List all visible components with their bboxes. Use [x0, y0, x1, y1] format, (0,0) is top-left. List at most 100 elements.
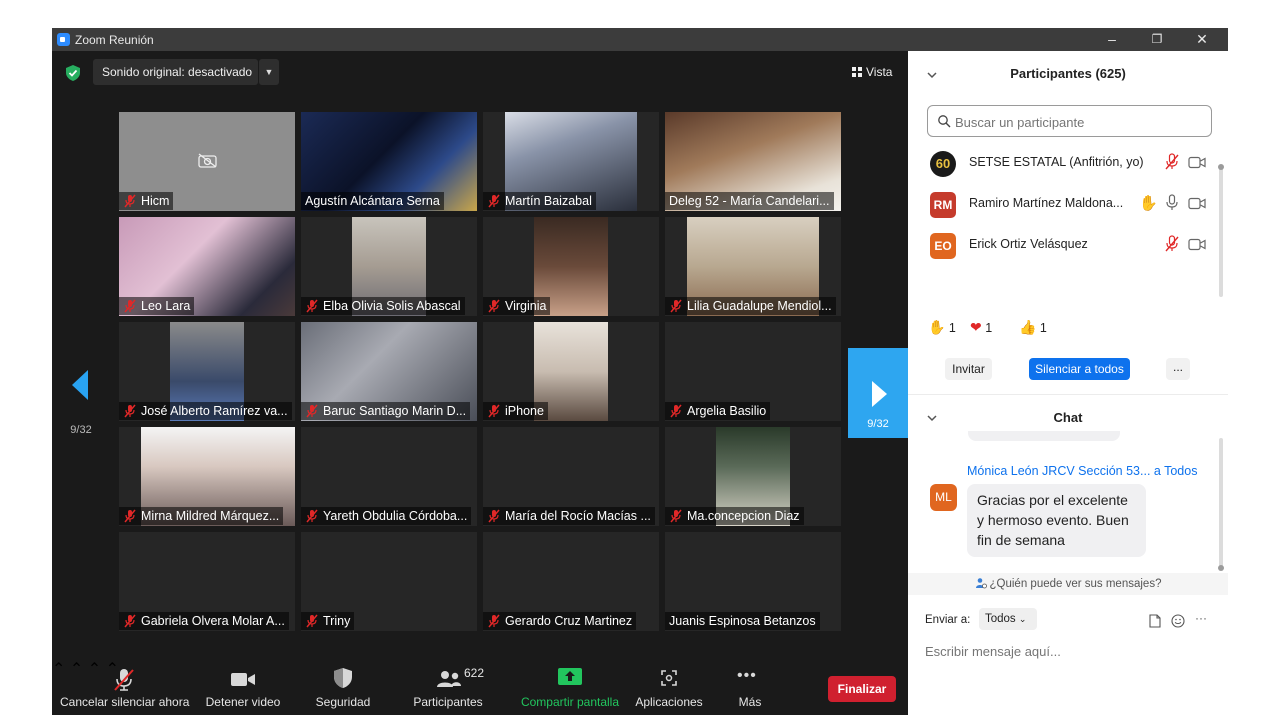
participant-row-partial[interactable]	[908, 266, 1220, 273]
security-button[interactable]: Seguridad	[308, 665, 378, 713]
previous-message-bubble	[968, 431, 1120, 441]
video-tile[interactable]: José Alberto Ramírez va...	[119, 322, 295, 421]
video-tile[interactable]: Baruc Santiago Marin D...	[301, 322, 477, 421]
participant-name-tag: Juanis Espinosa Betanzos	[665, 612, 820, 630]
participant-row[interactable]: 60 SETSE ESTATAL (Anfitrión, yo)	[908, 143, 1220, 183]
participant-avatar: EO	[930, 233, 956, 259]
video-tile[interactable]: Juanis Espinosa Betanzos	[665, 532, 841, 631]
mic-muted-icon	[669, 299, 683, 313]
original-sound-dropdown[interactable]: ▼	[259, 59, 279, 85]
video-tile[interactable]: Martín Baizabal	[483, 112, 659, 211]
mic-muted-icon[interactable]	[1164, 153, 1180, 171]
who-can-see-label: ¿Quién puede ver sus mensajes?	[989, 578, 1162, 590]
apps-button[interactable]: Aplicaciones	[632, 665, 706, 713]
who-can-see-link[interactable]: ¿Quién puede ver sus mensajes?	[908, 573, 1228, 595]
more-button[interactable]: ••• Más	[722, 665, 778, 713]
minimize-icon[interactable]: –	[1100, 30, 1124, 48]
participant-name: José Alberto Ramírez va...	[141, 404, 288, 418]
share-screen-icon	[558, 668, 582, 685]
participants-icon	[437, 671, 461, 687]
mic-muted-icon	[487, 194, 501, 208]
participant-avatar: 60	[930, 151, 956, 177]
heart-reaction: ❤ 1	[970, 319, 993, 335]
view-label: Vista	[866, 65, 893, 79]
encryption-shield-icon[interactable]	[66, 65, 80, 81]
end-meeting-button[interactable]: Finalizar	[828, 676, 896, 702]
video-tile[interactable]: Agustín Alcántara Serna	[301, 112, 477, 211]
video-tile[interactable]: iPhone	[483, 322, 659, 421]
share-screen-button[interactable]: Compartir pantalla	[515, 665, 625, 713]
video-tile[interactable]: Yareth Obdulia Córdoba...	[301, 427, 477, 526]
send-to-dropdown[interactable]: Todos ⌄	[979, 608, 1037, 630]
participant-list-name: Ramiro Martínez Maldona...	[969, 196, 1124, 210]
mic-icon[interactable]	[1164, 194, 1180, 212]
mute-all-button[interactable]: Silenciar a todos	[1029, 358, 1130, 380]
participant-row[interactable]: RM Ramiro Martínez Maldona... ✋	[908, 184, 1220, 224]
participant-name: María del Rocío Macías ...	[505, 509, 651, 523]
participant-name: Hicm	[141, 194, 170, 208]
mic-muted-icon	[123, 194, 137, 208]
video-tile[interactable]: Deleg 52 - María Candelari...	[665, 112, 841, 211]
video-tile[interactable]: Leo Lara	[119, 217, 295, 316]
next-page-button[interactable]: 9/32	[848, 348, 908, 438]
mic-muted-icon	[669, 509, 683, 523]
restore-icon[interactable]: ❐	[1145, 30, 1169, 48]
video-tile[interactable]: Gerardo Cruz Martinez	[483, 532, 659, 631]
video-tile[interactable]: Gabriela Olvera Molar A...	[119, 532, 295, 631]
chat-title: Chat	[1053, 410, 1083, 425]
chat-scrollbar[interactable]	[1218, 438, 1224, 571]
emoji-icon[interactable]	[1171, 614, 1185, 628]
participant-row[interactable]: EO Erick Ortiz Velásquez	[908, 225, 1220, 265]
search-input[interactable]	[955, 112, 1205, 132]
participants-button[interactable]: 622 Participantes	[408, 665, 488, 713]
mic-muted-icon[interactable]	[1164, 235, 1180, 253]
view-button[interactable]: Vista	[846, 59, 898, 85]
original-sound-button[interactable]: Sonido original: desactivado	[93, 59, 258, 85]
side-panel: Participantes (625) 60 SETSE ESTATAL (Anf…	[908, 51, 1228, 692]
next-page-number: 9/32	[867, 418, 889, 430]
unmute-button[interactable]: Cancelar silenciar ahora	[60, 665, 189, 713]
mic-muted-icon	[305, 614, 319, 628]
message-sender[interactable]: Mónica León JRCV Sección 53... a Todos	[967, 464, 1197, 478]
chat-more-icon[interactable]: ···	[1195, 611, 1207, 625]
share-screen-label: Compartir pantalla	[520, 695, 620, 709]
participant-name: Lilia Guadalupe Mendiol...	[687, 299, 832, 313]
video-tile[interactable]: Triny	[301, 532, 477, 631]
invite-button[interactable]: Invitar	[945, 358, 992, 380]
zoom-window: Zoom Reunión – ❐ ✕ Sonido original: desa…	[52, 28, 1228, 715]
participant-name: iPhone	[505, 404, 544, 418]
message-bubble: Gracias por el excelente y hermoso event…	[967, 484, 1146, 557]
video-tile[interactable]: Hicm	[119, 112, 295, 211]
participant-search[interactable]	[927, 105, 1212, 137]
stop-video-button[interactable]: Detener video	[202, 665, 284, 713]
video-camera-icon[interactable]	[1188, 156, 1206, 169]
sender-name: Mónica León JRCV Sección 53...	[967, 464, 1151, 478]
participant-name: Baruc Santiago Marin D...	[323, 404, 467, 418]
camera-off-icon	[198, 153, 217, 168]
participant-name-tag: iPhone	[483, 402, 548, 420]
video-tile[interactable]: Argelia Basilio	[665, 322, 841, 421]
mic-muted-icon	[487, 509, 501, 523]
participant-name: Virginia	[505, 299, 547, 313]
previous-page-button[interactable]: 9/32	[52, 356, 110, 444]
raised-hand-reaction: ✋ 1	[928, 319, 956, 335]
meeting-toolbar: Cancelar silenciar ahora ⌃ Detener video…	[52, 659, 908, 715]
video-camera-icon[interactable]	[1188, 238, 1206, 251]
apps-icon	[661, 670, 677, 686]
video-tile[interactable]: Ma.concepcion Diaz	[665, 427, 841, 526]
video-camera-icon[interactable]	[1188, 197, 1206, 210]
participant-name-tag: Ma.concepcion Diaz	[665, 507, 804, 525]
close-icon[interactable]: ✕	[1190, 30, 1214, 48]
participants-more-button[interactable]: ...	[1166, 358, 1190, 380]
participants-scrollbar[interactable]	[1218, 164, 1224, 297]
video-tile[interactable]: Elba Olivia Solis Abascal	[301, 217, 477, 316]
arrow-left-icon	[72, 370, 88, 400]
video-tile[interactable]: María del Rocío Macías ...	[483, 427, 659, 526]
video-tile[interactable]: Lilia Guadalupe Mendiol...	[665, 217, 841, 316]
mic-muted-icon	[487, 614, 501, 628]
video-tile[interactable]: Mirna Mildred Márquez...	[119, 427, 295, 526]
panel-divider	[908, 394, 1228, 395]
file-icon[interactable]	[1149, 614, 1161, 628]
video-tile[interactable]: Virginia	[483, 217, 659, 316]
chat-message-input[interactable]	[925, 641, 1215, 661]
